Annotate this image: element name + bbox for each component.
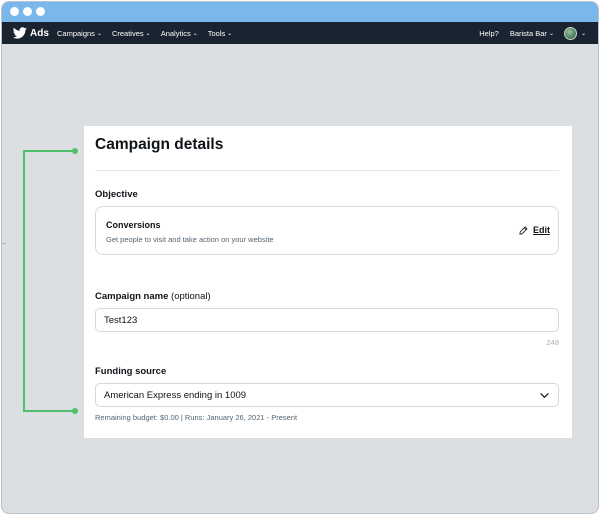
objective-name: Conversions: [106, 220, 161, 230]
campaign-name-label: Campaign name (optional): [95, 291, 211, 302]
campaign-details-panel: Campaign details Objective Conversions G…: [84, 126, 572, 438]
edge-tick: [2, 243, 6, 244]
chevron-down-icon: ⌄: [227, 30, 233, 37]
bracket-line: [23, 150, 25, 411]
nav-item-label: Creatives: [111, 28, 144, 38]
avatar: [563, 26, 577, 40]
twitter-bird-icon: [13, 27, 27, 39]
nav-item-campaigns[interactable]: Campaigns ⌄: [57, 29, 102, 38]
campaign-name-input[interactable]: [95, 308, 559, 332]
char-counter: 248: [546, 338, 559, 347]
nav-item-tools[interactable]: Tools ⌄: [208, 29, 233, 38]
ads-navbar: Ads Campaigns ⌄ Creatives ⌄ Analytics ⌄ …: [2, 22, 598, 44]
nav-item-creatives[interactable]: Creatives ⌄: [112, 29, 151, 38]
window-dot-icon[interactable]: [10, 7, 19, 16]
objective-description: Get people to visit and take action on y…: [106, 235, 274, 244]
objective-card: Conversions Get people to visit and take…: [95, 206, 559, 255]
browser-window: Ads Campaigns ⌄ Creatives ⌄ Analytics ⌄ …: [1, 1, 599, 514]
brand-name: Ads: [30, 27, 49, 39]
campaign-name-label-text: Campaign name: [95, 291, 169, 302]
bracket-dot: [72, 408, 78, 414]
chevron-down-icon: ⌄: [96, 30, 102, 37]
nav-item-label: Tools: [207, 28, 226, 38]
chevron-down-icon: ⌄: [580, 30, 586, 37]
funding-source-label: Funding source: [95, 366, 167, 377]
nav-right: Help? Barista Bar ⌄ ⌄: [479, 22, 586, 44]
objective-label: Objective: [95, 189, 138, 200]
nav-menu: Campaigns ⌄ Creatives ⌄ Analytics ⌄ Tool…: [57, 22, 242, 44]
edit-objective-button[interactable]: Edit: [519, 225, 550, 235]
profile-menu[interactable]: ⌄: [563, 26, 586, 40]
funding-source-select[interactable]: American Express ending in 1009: [95, 383, 559, 407]
edit-label: Edit: [533, 225, 550, 235]
chevron-down-icon: ⌄: [145, 30, 151, 37]
divider: [95, 170, 559, 171]
nav-item-label: Analytics: [160, 28, 191, 38]
optional-hint: (optional): [171, 291, 211, 302]
help-link[interactable]: Help?: [479, 29, 499, 38]
bracket-line: [23, 410, 75, 412]
brand-logo[interactable]: Ads: [13, 27, 49, 39]
bracket-dot: [72, 148, 78, 154]
pencil-icon: [519, 226, 528, 235]
nav-item-analytics[interactable]: Analytics ⌄: [161, 29, 198, 38]
page-title: Campaign details: [95, 136, 224, 153]
budget-info: Remaining budget: $0.00 | Runs: January …: [95, 413, 298, 422]
bracket-line: [23, 150, 75, 152]
chevron-down-icon: ⌄: [548, 30, 554, 37]
account-switcher[interactable]: Barista Bar ⌄: [510, 29, 554, 38]
nav-item-label: Campaigns: [57, 28, 95, 38]
window-dot-icon[interactable]: [23, 7, 32, 16]
window-titlebar: [2, 2, 598, 22]
funding-source-value: American Express ending in 1009: [104, 390, 247, 401]
chevron-down-icon: ⌄: [192, 30, 198, 37]
window-dot-icon[interactable]: [36, 7, 45, 16]
chevron-down-icon: [540, 393, 549, 398]
account-name: Barista Bar: [509, 28, 547, 38]
